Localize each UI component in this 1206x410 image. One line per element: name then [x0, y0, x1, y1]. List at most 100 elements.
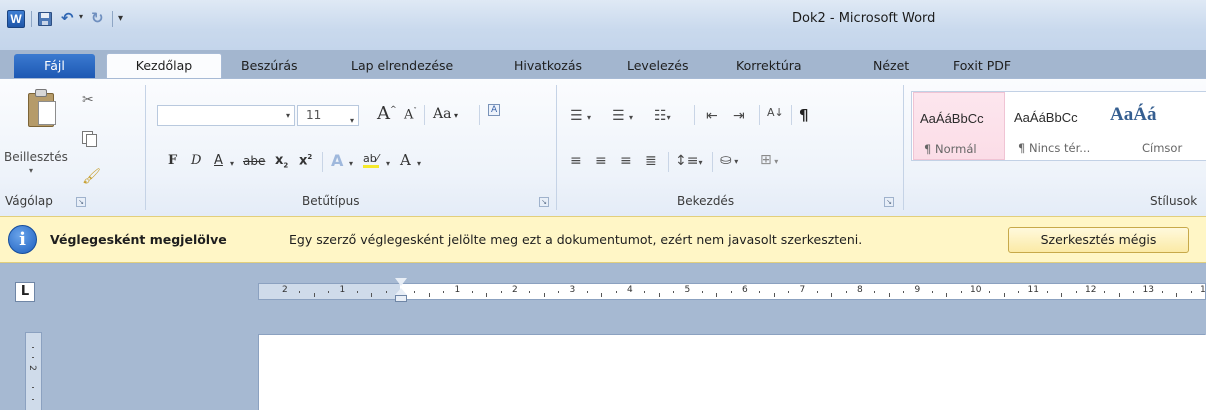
ruler-tick — [845, 291, 847, 293]
grow-font-button[interactable]: A^ — [377, 103, 397, 124]
ruler-tick — [673, 291, 675, 293]
paint-bucket-icon: ⛀ — [720, 152, 732, 168]
decrease-indent-icon: ⇤ — [706, 108, 718, 124]
justify-button[interactable]: ≣ — [645, 153, 657, 169]
superscript-button[interactable]: x2 — [299, 153, 312, 168]
align-right-icon: ≡ — [620, 153, 632, 169]
line-spacing-button[interactable]: ↕≡▾ — [675, 153, 702, 169]
tab-file[interactable]: Fájl — [14, 54, 95, 78]
redo-button[interactable]: ↻ — [89, 9, 109, 29]
cut-icon[interactable]: ✂ — [82, 92, 94, 108]
text-effects-dropdown-icon[interactable]: ▾ — [349, 159, 353, 168]
align-right-button[interactable]: ≡ — [620, 153, 632, 169]
copy-icon[interactable] — [82, 131, 97, 147]
font-size-combobox[interactable]: 11 ▾ — [297, 105, 359, 126]
grow-font-icon: A — [377, 103, 390, 124]
edit-anyway-button[interactable]: Szerkesztés mégis — [1008, 227, 1189, 253]
tab-foxit-pdf[interactable]: Foxit PDF — [953, 56, 1011, 78]
tab-insert[interactable]: Beszúrás — [241, 56, 298, 78]
ruler-label: 8 — [857, 285, 863, 295]
increase-indent-button[interactable]: ⇥ — [733, 108, 745, 124]
multilevel-list-button[interactable]: ☷▾ — [654, 108, 671, 124]
first-line-indent-icon — [395, 278, 407, 286]
ruler-tick — [328, 291, 330, 293]
bullets-button[interactable]: ☰ ▾ — [570, 108, 591, 124]
tab-selector-button[interactable]: L — [15, 282, 35, 302]
ruler-tick — [1046, 291, 1048, 293]
redo-icon: ↻ — [91, 9, 104, 27]
ruler-tick — [874, 291, 876, 293]
ruler-tick — [658, 293, 660, 297]
align-left-button[interactable]: ≡ — [570, 153, 582, 169]
style-tile-normal[interactable]: AaÁáBbCc ¶ Normál — [913, 92, 1005, 160]
message-bar: i Véglegesként megjelölve Egy szerző vég… — [0, 216, 1206, 263]
shading-button[interactable]: ⛀ ▾ — [720, 152, 738, 168]
paragraph-launcher-icon[interactable]: ↘ — [884, 197, 894, 207]
borders-button[interactable]: ⊞ ▾ — [760, 152, 778, 168]
paste-label[interactable]: Beillesztés — [4, 150, 68, 164]
tab-mailings[interactable]: Levelezés — [627, 56, 688, 78]
tab-view[interactable]: Nézet — [873, 56, 909, 78]
decrease-indent-button[interactable]: ⇤ — [706, 108, 718, 124]
shrink-font-button[interactable]: Aˇ — [404, 107, 417, 122]
font-color-dropdown-icon[interactable]: ▾ — [417, 159, 421, 168]
separator — [712, 152, 713, 172]
separator — [479, 105, 480, 125]
save-button[interactable] — [35, 9, 55, 29]
font-color-button[interactable]: A — [400, 151, 411, 169]
show-formatting-marks-button[interactable]: ¶ — [799, 106, 809, 124]
customize-qat-button[interactable]: ▾ — [118, 13, 123, 24]
highlight-dropdown-icon[interactable]: ▾ — [386, 159, 390, 168]
clipboard-launcher-icon[interactable]: ↘ — [76, 197, 86, 207]
clip-icon — [35, 89, 47, 97]
numbering-button[interactable]: ☰ ▾ — [612, 108, 633, 124]
hanging-indent-icon — [395, 288, 407, 295]
tab-references[interactable]: Hivatkozás — [514, 56, 582, 78]
text-effects-button[interactable]: A — [331, 151, 343, 170]
undo-dropdown-icon[interactable]: ▾ — [79, 12, 83, 21]
message-title: Véglegesként megjelölve — [50, 232, 227, 247]
underline-button[interactable]: A — [214, 153, 223, 168]
format-painter-icon[interactable]: 🖌 — [82, 167, 101, 185]
vertical-ruler[interactable]: 2 — [25, 332, 42, 410]
align-center-button[interactable]: ≡ — [595, 153, 607, 169]
underline-dropdown-icon[interactable]: ▾ — [230, 159, 234, 168]
ruler-label: 11 — [1027, 285, 1039, 295]
style-tile-no-spacing[interactable]: AaÁáBbCc ¶ Nincs tér... — [1008, 92, 1100, 160]
word-app-icon[interactable]: W — [7, 10, 25, 28]
tab-home[interactable]: Kezdőlap — [106, 53, 222, 80]
change-case-button[interactable]: Aa ▾ — [433, 106, 458, 122]
ruler-tick — [428, 293, 430, 297]
italic-button[interactable]: D — [191, 153, 201, 168]
ruler-tick — [486, 293, 488, 297]
ruler-tick — [471, 291, 473, 293]
paste-dropdown-icon[interactable]: ▾ — [29, 166, 33, 175]
font-launcher-icon[interactable]: ↘ — [539, 197, 549, 207]
indent-marker[interactable] — [395, 278, 407, 303]
undo-icon: ↶ — [61, 9, 74, 27]
paste-button[interactable] — [28, 89, 58, 127]
ruler-tick — [558, 291, 560, 293]
highlight-button[interactable]: ab⁄ — [363, 152, 379, 168]
sort-button[interactable]: A↓ — [767, 106, 784, 119]
chevron-down-icon[interactable]: ▾ — [350, 111, 354, 130]
ruler-tick — [716, 293, 718, 297]
font-name-combobox[interactable]: ▾ — [157, 105, 295, 126]
styles-group-label: Stílusok — [1150, 194, 1198, 208]
subscript-button[interactable]: x2 — [275, 153, 288, 170]
style-sample: AaÁáBbCc — [1014, 110, 1078, 125]
paragraph-group-label: Bekezdés — [677, 194, 735, 208]
clear-formatting-button[interactable]: A — [488, 104, 510, 125]
ruler-tick — [989, 291, 991, 293]
ruler-tick — [32, 357, 34, 358]
ruler-tick — [888, 293, 890, 297]
strikethrough-button[interactable]: abe — [243, 154, 265, 168]
undo-button[interactable]: ↶ — [59, 9, 79, 29]
chevron-down-icon[interactable]: ▾ — [286, 111, 290, 120]
bold-button[interactable]: F — [168, 153, 177, 168]
document-page[interactable] — [259, 335, 1206, 410]
style-tile-heading[interactable]: AaÁá Címsor — [1104, 92, 1196, 160]
tab-page-layout[interactable]: Lap elrendezése — [351, 56, 453, 78]
paper-icon — [38, 101, 56, 125]
tab-review[interactable]: Korrektúra — [736, 56, 802, 78]
